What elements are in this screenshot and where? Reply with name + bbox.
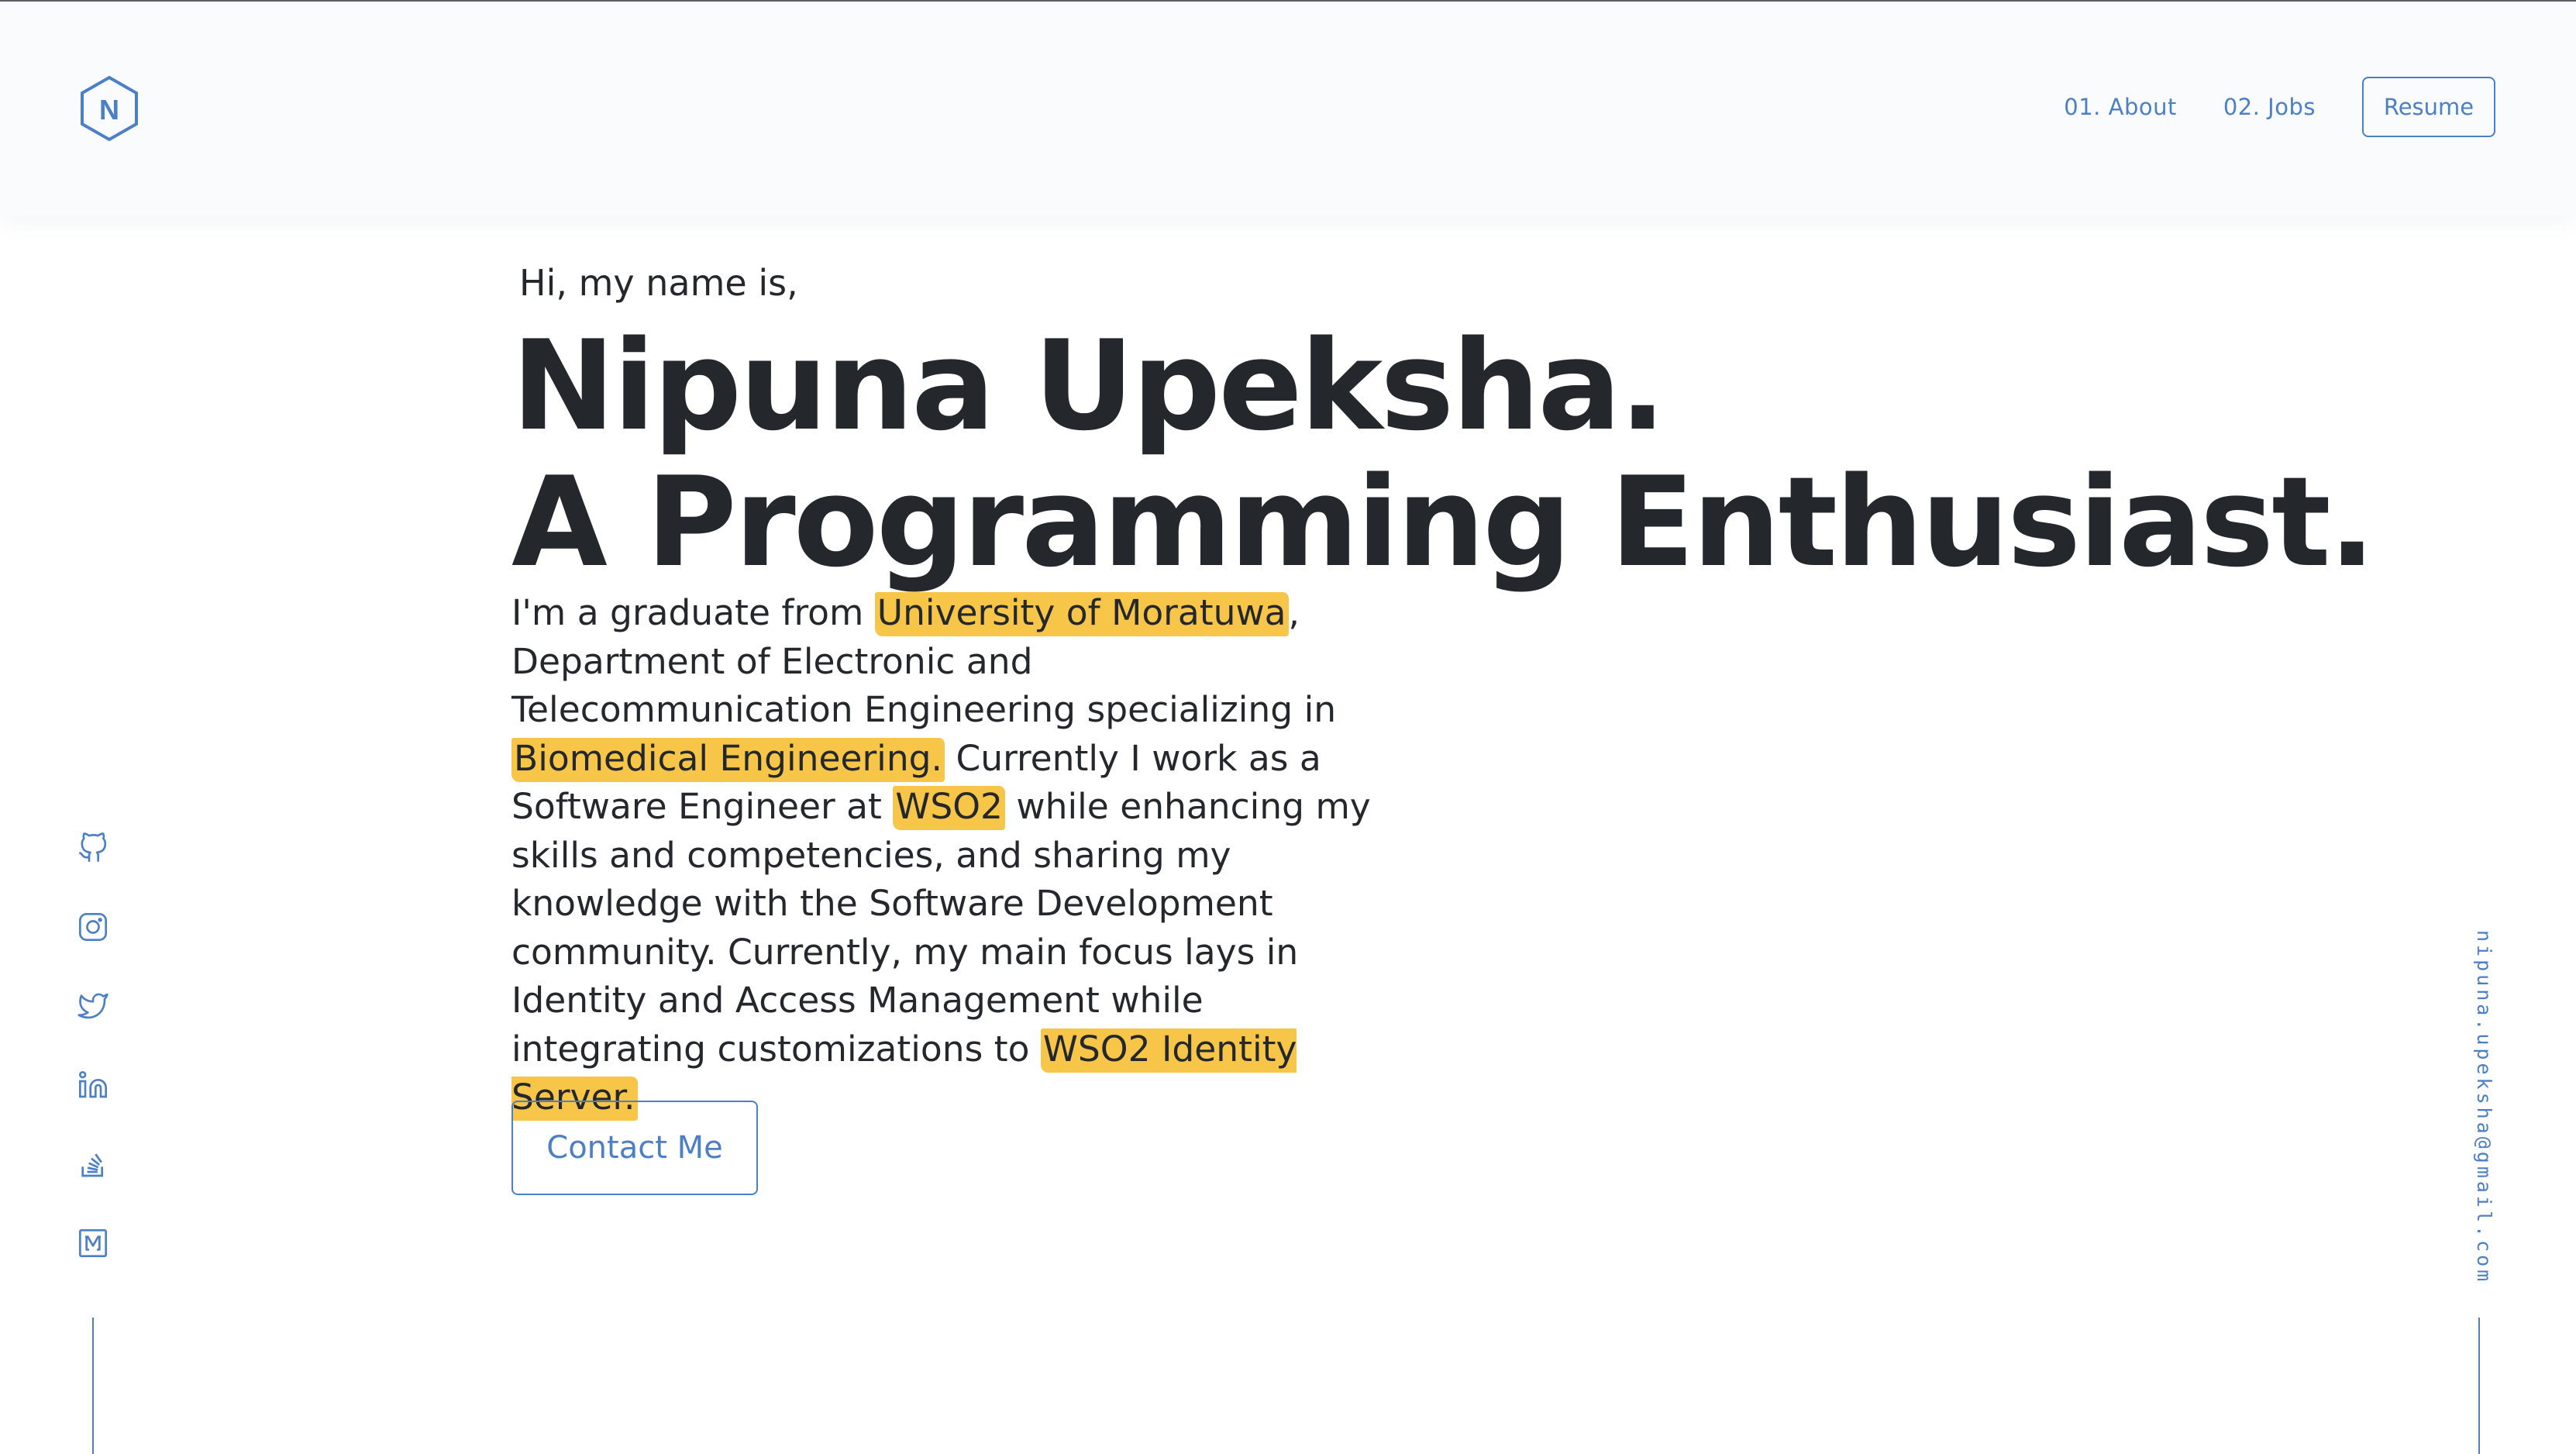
resume-button[interactable]: Resume (2362, 77, 2495, 137)
bio-paragraph: I'm a graduate from University of Moratu… (511, 589, 1379, 1122)
left-divider-line (92, 1318, 94, 1454)
logo-letter: N (99, 94, 119, 126)
site-header: N 01. About 02. Jobs Resume (0, 2, 2576, 215)
hero-section: Hi, my name is, Nipuna Upeksha. A Progra… (511, 248, 2376, 1157)
right-divider-line (2478, 1318, 2480, 1454)
bio-text: while enhancing my skills and competenci… (511, 786, 1371, 1070)
bio-text: I'm a graduate from (511, 592, 875, 633)
email-link[interactable]: nipuna.upeksha@gmail.com (2464, 930, 2495, 1284)
logo-icon[interactable]: N (79, 75, 139, 142)
highlight-university: University of Moratuwa (874, 592, 1289, 633)
linkedin-icon[interactable] (74, 1066, 112, 1104)
medium-icon[interactable] (74, 1225, 112, 1262)
nav-link-jobs[interactable]: 02. Jobs (2223, 94, 2316, 120)
highlight-specialization: Biomedical Engineering. (511, 737, 945, 779)
github-icon[interactable] (74, 829, 112, 867)
main-nav: 01. About 02. Jobs Resume (2064, 75, 2495, 139)
highlight-company: WSO2 (893, 786, 1005, 827)
hero-name: Nipuna Upeksha. (511, 313, 1666, 458)
instagram-icon[interactable] (74, 908, 112, 946)
twitter-icon[interactable] (74, 987, 112, 1025)
stackoverflow-icon[interactable] (74, 1146, 112, 1183)
nav-link-about[interactable]: 01. About (2064, 94, 2177, 120)
social-links (74, 829, 112, 1304)
contact-me-button[interactable]: Contact Me (511, 1101, 758, 1195)
hero-tagline: A Programming Enthusiast. (511, 450, 2376, 594)
greeting-text: Hi, my name is, (519, 262, 798, 304)
